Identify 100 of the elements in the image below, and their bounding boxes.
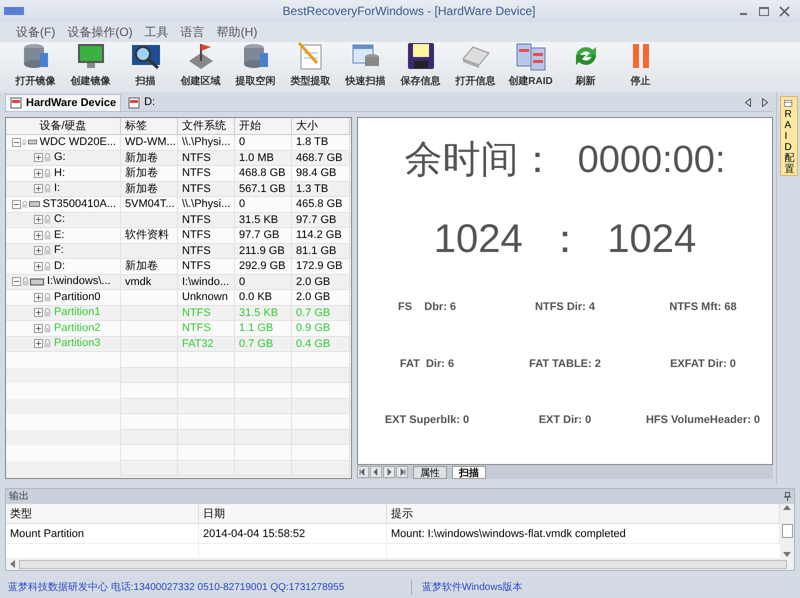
log-cell: 2014-04-04 15:58:52 xyxy=(199,524,387,543)
scroll-left-icon[interactable] xyxy=(9,560,15,568)
scroll-thumb[interactable] xyxy=(782,524,792,538)
panel-tab[interactable]: 扫描 xyxy=(452,466,486,478)
side-tab[interactable]: RAID配置 xyxy=(780,96,798,176)
remaining-time: 余时间： 0000:00: xyxy=(404,138,726,183)
device-name[interactable]: I: xyxy=(54,181,60,196)
vertical-scrollbar[interactable] xyxy=(780,504,794,558)
device-name[interactable]: Partition0 xyxy=(54,290,100,305)
lock-icon xyxy=(44,246,51,256)
lock-icon xyxy=(44,262,51,271)
toolbar-button[interactable]: 刷新 xyxy=(562,41,609,89)
status-text: 蓝梦软件Windows版本 xyxy=(421,580,523,594)
device-name[interactable]: D: xyxy=(54,258,65,274)
collapse-icon[interactable] xyxy=(12,200,21,209)
collapse-icon[interactable] xyxy=(12,138,21,147)
expand-icon[interactable] xyxy=(34,246,43,256)
scan-stat: EXT Superblk: 0 xyxy=(384,413,470,428)
toolbar-button[interactable]: 保存信息 xyxy=(397,41,444,89)
hard-drive-icon xyxy=(30,278,44,286)
table-cell xyxy=(121,460,178,476)
previous-page-button[interactable] xyxy=(370,466,382,478)
expand-icon[interactable] xyxy=(34,324,43,333)
column-header[interactable]: 日期 xyxy=(199,504,387,523)
lock-icon xyxy=(22,138,27,147)
toolbar-button[interactable]: 创建镜像 xyxy=(67,41,114,89)
expand-icon[interactable] xyxy=(34,339,43,348)
toolbar-button[interactable]: 扫描 xyxy=(122,41,169,89)
server-rack-icon xyxy=(514,41,546,71)
device-name[interactable]: E: xyxy=(54,228,64,243)
device-name[interactable]: F: xyxy=(54,243,64,258)
hard-drive-icon xyxy=(28,138,37,146)
document-icon xyxy=(128,96,140,108)
device-name[interactable]: ST3500410A... xyxy=(42,196,116,212)
window-title: BestRecoveryForWindows - [HardWare Device] xyxy=(282,3,536,20)
lock-icon xyxy=(44,308,51,318)
lock-icon xyxy=(44,339,51,348)
hard-drive-icon xyxy=(28,200,40,208)
table-icon xyxy=(782,99,795,107)
expand-icon[interactable] xyxy=(34,262,43,271)
toolbar-button[interactable]: 提取空闲 xyxy=(232,41,279,89)
expand-icon[interactable] xyxy=(34,292,43,302)
device-name[interactable]: WDC WD20E... xyxy=(40,134,116,150)
toolbar-button[interactable]: 快速扫描 xyxy=(342,41,389,89)
lock-icon xyxy=(22,277,29,286)
panel-title: 输出 xyxy=(9,490,29,504)
scroll-thumb[interactable] xyxy=(19,560,787,568)
toolbar-button[interactable]: 类型提取 xyxy=(287,41,334,89)
menu-item[interactable]: 设备(F) xyxy=(16,23,56,41)
expand-icon[interactable] xyxy=(34,153,43,162)
expand-icon[interactable] xyxy=(34,230,43,240)
toolbar-button[interactable]: 创建区域 xyxy=(177,41,224,89)
scroll-right-icon[interactable] xyxy=(762,98,768,107)
expand-icon[interactable] xyxy=(34,215,43,224)
next-page-button[interactable] xyxy=(383,466,395,478)
scan-stat: EXFAT Dir: 0 xyxy=(669,356,737,372)
scan-stat: EXT Dir: 0 xyxy=(538,413,592,428)
status-text: 蓝梦科技数据研发中心 电话:13400027332 0510-82719001 QQ:1731278955 xyxy=(0,580,412,594)
first-page-button[interactable] xyxy=(357,466,369,478)
lock-icon xyxy=(44,184,51,194)
toolbar-button[interactable]: 打开镜像 xyxy=(12,41,59,89)
scroll-left-icon[interactable] xyxy=(745,98,751,107)
app-logo-icon xyxy=(4,7,24,15)
device-name[interactable]: C: xyxy=(54,212,65,228)
table-cell xyxy=(178,460,235,476)
document-icon xyxy=(10,97,22,109)
menu-item[interactable]: 语言 xyxy=(180,23,205,41)
menu-item[interactable]: 设备操作(O) xyxy=(67,23,133,41)
document-tab[interactable]: HardWare Device xyxy=(5,94,122,111)
progress-count: 1024 ： 1024 xyxy=(434,216,696,263)
column-header[interactable]: 类型 xyxy=(6,504,199,523)
lock-icon xyxy=(44,168,51,178)
table-cell xyxy=(235,460,292,476)
panel-tab[interactable]: 属性 xyxy=(413,466,447,478)
menu-item[interactable]: 工具 xyxy=(144,23,169,41)
lock-icon xyxy=(44,215,51,224)
document-tab[interactable]: D: xyxy=(124,94,160,111)
toolbar-button[interactable]: 打开信息 xyxy=(452,41,499,89)
collapse-icon[interactable] xyxy=(12,277,21,286)
pin-icon[interactable] xyxy=(784,492,791,501)
lock-icon xyxy=(22,200,28,209)
toolbar-button[interactable]: 停止 xyxy=(617,41,664,89)
scan-stat: NTFS Mft: 68 xyxy=(668,300,738,315)
device-name[interactable]: I:\windows\... xyxy=(47,274,111,290)
device-name[interactable]: H: xyxy=(54,166,65,181)
scan-stat: FAT Dir: 6 xyxy=(398,356,456,372)
lock-icon xyxy=(44,153,51,162)
expand-icon[interactable] xyxy=(34,308,43,318)
last-page-button[interactable] xyxy=(396,466,408,478)
expand-icon[interactable] xyxy=(34,184,43,194)
lock-icon xyxy=(44,230,51,240)
table-cell xyxy=(292,460,350,476)
menu-item[interactable]: 帮助(H) xyxy=(216,23,258,41)
lock-icon xyxy=(44,324,51,333)
expand-icon[interactable] xyxy=(34,168,43,178)
device-name[interactable]: G: xyxy=(54,150,66,166)
scan-stat: NTFS Dir: 4 xyxy=(534,300,596,315)
lock-icon xyxy=(44,292,51,302)
toolbar-button[interactable]: 创建RAID xyxy=(507,41,554,89)
horizontal-scrollbar[interactable] xyxy=(6,558,794,570)
